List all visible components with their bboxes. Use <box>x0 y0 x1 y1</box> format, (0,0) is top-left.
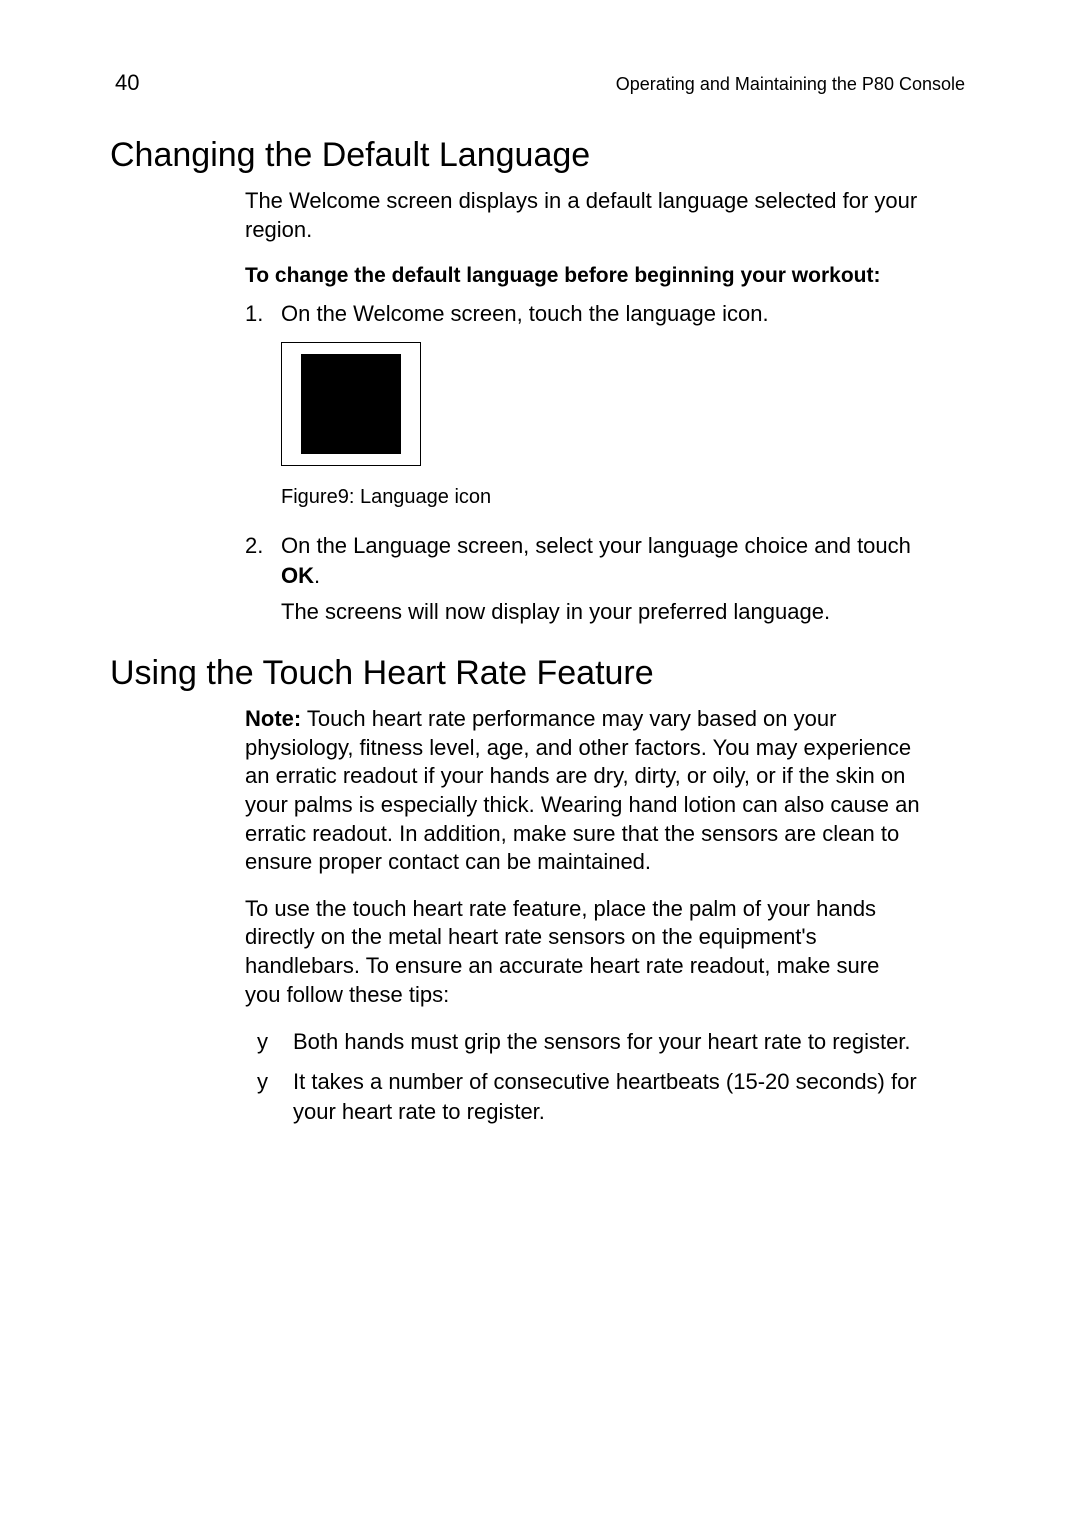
figure-caption-text: : Language icon <box>349 486 491 508</box>
section1-heading: Changing the Default Language <box>110 136 970 175</box>
bullet-marker: y <box>257 1067 293 1126</box>
section1-intro: The Welcome screen displays in a default… <box>245 187 920 244</box>
note-text: Touch heart rate performance may vary ba… <box>245 706 920 874</box>
figure-caption: Figure9: Language icon <box>281 486 920 509</box>
section2-body: Note: Touch heart rate performance may v… <box>245 705 920 1126</box>
figure-9 <box>281 342 920 466</box>
bullet-text: It takes a number of consecutive heartbe… <box>293 1067 920 1126</box>
step-2-result: The screens will now display in your pre… <box>281 597 920 627</box>
step-marker: 2. <box>245 531 281 626</box>
language-icon-frame <box>281 342 421 466</box>
step-2-text-a: On the Language screen, select your lang… <box>281 533 911 558</box>
section2-note: Note: Touch heart rate performance may v… <box>245 705 920 877</box>
step-2-text-b: . <box>314 563 320 588</box>
figure-prefix: Figure <box>281 486 338 508</box>
ok-label: OK <box>281 563 314 588</box>
step-2: 2. On the Language screen, select your l… <box>245 531 920 626</box>
figure-number: 9 <box>338 486 349 508</box>
bullet-text: Both hands must grip the sensors for you… <box>293 1027 920 1057</box>
note-label: Note: <box>245 706 301 731</box>
section1-subhead: To change the default language before be… <box>245 262 920 290</box>
bullet-list: y Both hands must grip the sensors for y… <box>257 1027 920 1126</box>
step-marker: 1. <box>245 299 281 329</box>
section1-body: The Welcome screen displays in a default… <box>245 187 920 626</box>
header-title: Operating and Maintaining the P80 Consol… <box>616 74 965 95</box>
page-number: 40 <box>115 70 139 96</box>
bullet-marker: y <box>257 1027 293 1057</box>
section2-heading: Using the Touch Heart Rate Feature <box>110 654 970 693</box>
step-1: 1. On the Welcome screen, touch the lang… <box>245 299 920 329</box>
list-item: y It takes a number of consecutive heart… <box>257 1067 920 1126</box>
page-header: 40 Operating and Maintaining the P80 Con… <box>110 70 970 96</box>
step-1-text: On the Welcome screen, touch the languag… <box>281 299 920 329</box>
section2-usage: To use the touch heart rate feature, pla… <box>245 895 920 1009</box>
step-2-content: On the Language screen, select your lang… <box>281 531 920 626</box>
language-icon <box>301 354 401 454</box>
list-item: y Both hands must grip the sensors for y… <box>257 1027 920 1057</box>
